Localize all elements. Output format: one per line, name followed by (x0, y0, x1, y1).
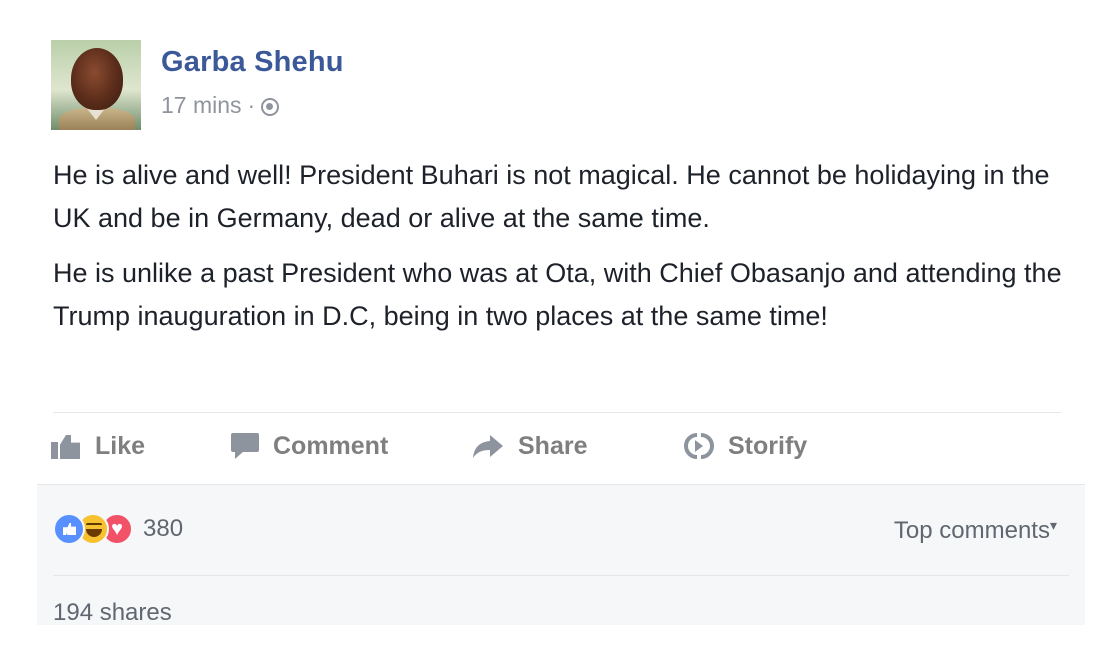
meta-separator: · (247, 92, 256, 118)
share-label: Share (518, 431, 588, 460)
post-footer: 380 Top comments▾ 194 shares (37, 484, 1085, 627)
comment-button[interactable]: Comment (231, 426, 388, 466)
top-comments-label: Top comments (893, 517, 1050, 544)
globe-icon[interactable] (261, 97, 280, 116)
post-meta: 17 mins · (161, 92, 280, 119)
top-comments-dropdown[interactable]: Top comments▾ (894, 517, 1057, 545)
reactions-summary[interactable]: 380 (53, 513, 183, 545)
post-paragraph-1: He is alive and well! President Buhari i… (53, 160, 1050, 233)
comment-bubble-icon (231, 433, 259, 459)
post-paragraph-2: He is unlike a past President who was at… (53, 258, 1062, 331)
actions-divider (53, 412, 1061, 413)
storify-label: Storify (728, 431, 808, 460)
footer-divider (53, 575, 1069, 576)
caret-down-icon: ▾ (1049, 517, 1057, 533)
storify-icon (684, 432, 714, 460)
like-label: Like (95, 431, 146, 460)
like-button[interactable]: Like (51, 426, 145, 466)
storify-button[interactable]: Storify (684, 426, 807, 466)
like-reaction-icon (53, 513, 85, 545)
author-name[interactable]: Garba Shehu (161, 46, 344, 79)
share-button[interactable]: Share (472, 426, 587, 466)
reaction-count[interactable]: 380 (143, 515, 183, 543)
thumbs-up-icon (51, 433, 81, 459)
post-actions-bar: Like Comment Share Storify (51, 426, 1061, 466)
post-timestamp[interactable]: 17 mins (161, 92, 242, 119)
share-arrow-icon (472, 433, 504, 459)
comment-label: Comment (273, 431, 389, 460)
facebook-post: Garba Shehu 17 mins · He is alive and we… (0, 0, 1120, 658)
author-avatar[interactable] (51, 40, 141, 130)
shares-count[interactable]: 194 shares (53, 599, 172, 627)
